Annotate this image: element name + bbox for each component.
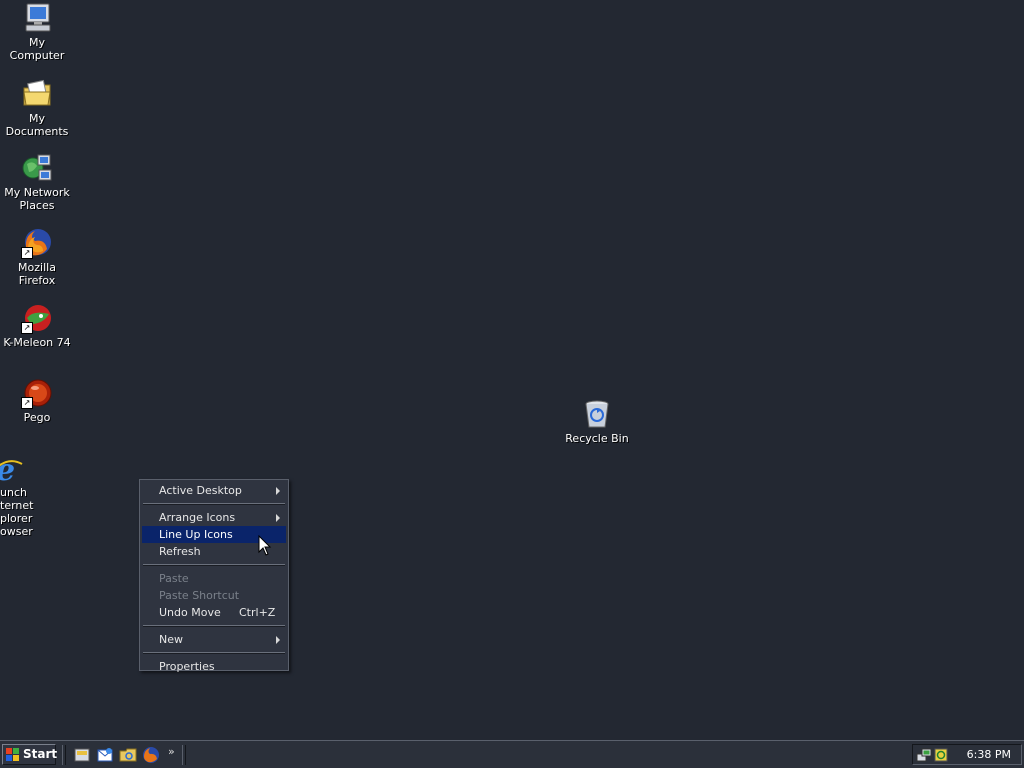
menu-item-properties[interactable]: Properties (142, 658, 286, 675)
toolbar-grip[interactable] (182, 745, 186, 765)
quick-launch-more-button[interactable]: » (168, 745, 175, 758)
firefox-icon: ↗ (21, 227, 53, 259)
desktop-icon-pego[interactable]: ↗ Pego (0, 377, 74, 424)
security-tray-icon[interactable] (933, 747, 949, 763)
explorer-folder-icon[interactable] (119, 746, 137, 764)
menu-item-undo-move[interactable]: Undo Move Ctrl+Z (142, 604, 286, 621)
menu-item-label: Properties (159, 660, 215, 673)
mouse-pointer-icon (258, 535, 272, 556)
desktop-icon-k-meleon[interactable]: ↗ K-Meleon 74 (0, 302, 74, 349)
shortcut-arrow-icon: ↗ (21, 397, 33, 409)
menu-item-shortcut: Ctrl+Z (239, 606, 276, 619)
menu-item-label: Line Up Icons (159, 528, 233, 541)
menu-item-new[interactable]: New (142, 631, 286, 648)
desktop-icon-recycle-bin[interactable]: Recycle Bin (560, 398, 634, 445)
show-desktop-icon[interactable] (73, 746, 91, 764)
submenu-arrow-icon (276, 636, 280, 644)
menu-separator (143, 503, 285, 505)
desktop-icon-label: K-Meleon 74 (3, 336, 71, 349)
windows-flag-icon (6, 748, 19, 761)
system-tray: 6:38 PM (912, 744, 1022, 765)
shortcut-arrow-icon: ↗ (21, 322, 33, 334)
desktop-icon-label: My Computer (9, 36, 65, 62)
desktop-icon-my-documents[interactable]: My Documents (0, 78, 74, 138)
submenu-arrow-icon (276, 487, 280, 495)
menu-item-label: Paste (159, 572, 189, 585)
menu-separator (143, 652, 285, 654)
shortcut-arrow-icon: ↗ (21, 247, 33, 259)
desktop[interactable]: My Computer My Documents My Network Plac… (0, 0, 1024, 740)
menu-item-arrange-icons[interactable]: Arrange Icons (142, 509, 286, 526)
network-tray-icon[interactable] (916, 747, 932, 763)
menu-separator (143, 564, 285, 566)
pego-icon: ↗ (21, 377, 53, 409)
desktop-icon-my-computer[interactable]: My Computer (0, 2, 74, 62)
menu-separator (143, 625, 285, 627)
svg-text:e: e (0, 453, 15, 484)
start-label: Start (23, 747, 58, 761)
toolbar-grip[interactable] (62, 745, 66, 765)
menu-item-paste-shortcut: Paste Shortcut (142, 587, 286, 604)
menu-item-label: Arrange Icons (159, 511, 236, 524)
menu-item-paste: Paste (142, 570, 286, 587)
submenu-arrow-icon (276, 514, 280, 522)
menu-item-label: New (159, 633, 183, 646)
taskbar: Start » 6:38 PM (0, 740, 1024, 768)
menu-item-label: Refresh (159, 545, 201, 558)
desktop-icon-internet-explorer[interactable]: e unch ternet plorer owser (0, 452, 38, 538)
network-globe-icon (21, 152, 53, 184)
menu-item-label: Paste Shortcut (159, 589, 240, 602)
k-meleon-icon: ↗ (21, 302, 53, 334)
menu-item-label: Active Desktop (159, 484, 242, 497)
clock[interactable]: 6:38 PM (967, 748, 1011, 761)
computer-icon (21, 2, 53, 34)
recycle-bin-icon (581, 398, 613, 430)
desktop-icon-label: My Network Places (4, 186, 70, 212)
desktop-icon-label: Mozilla Firefox (18, 261, 56, 287)
outlook-express-icon[interactable] (96, 746, 114, 764)
firefox-quicklaunch-icon[interactable] (142, 746, 160, 764)
desktop-icon-my-network-places[interactable]: My Network Places (0, 152, 74, 212)
desktop-icon-label: My Documents (5, 112, 69, 138)
desktop-icon-label: Pego (23, 411, 51, 424)
start-button[interactable]: Start (2, 744, 58, 765)
menu-item-active-desktop[interactable]: Active Desktop (142, 482, 286, 499)
internet-explorer-icon: e (0, 452, 24, 488)
desktop-icon-label: Recycle Bin (565, 432, 629, 445)
folder-documents-icon (21, 78, 53, 110)
desktop-context-menu: Active Desktop Arrange Icons Line Up Ico… (139, 479, 289, 673)
desktop-icon-label: unch ternet plorer owser (0, 486, 34, 538)
desktop-icon-mozilla-firefox[interactable]: ↗ Mozilla Firefox (0, 227, 74, 287)
menu-item-label: Undo Move (159, 606, 221, 619)
